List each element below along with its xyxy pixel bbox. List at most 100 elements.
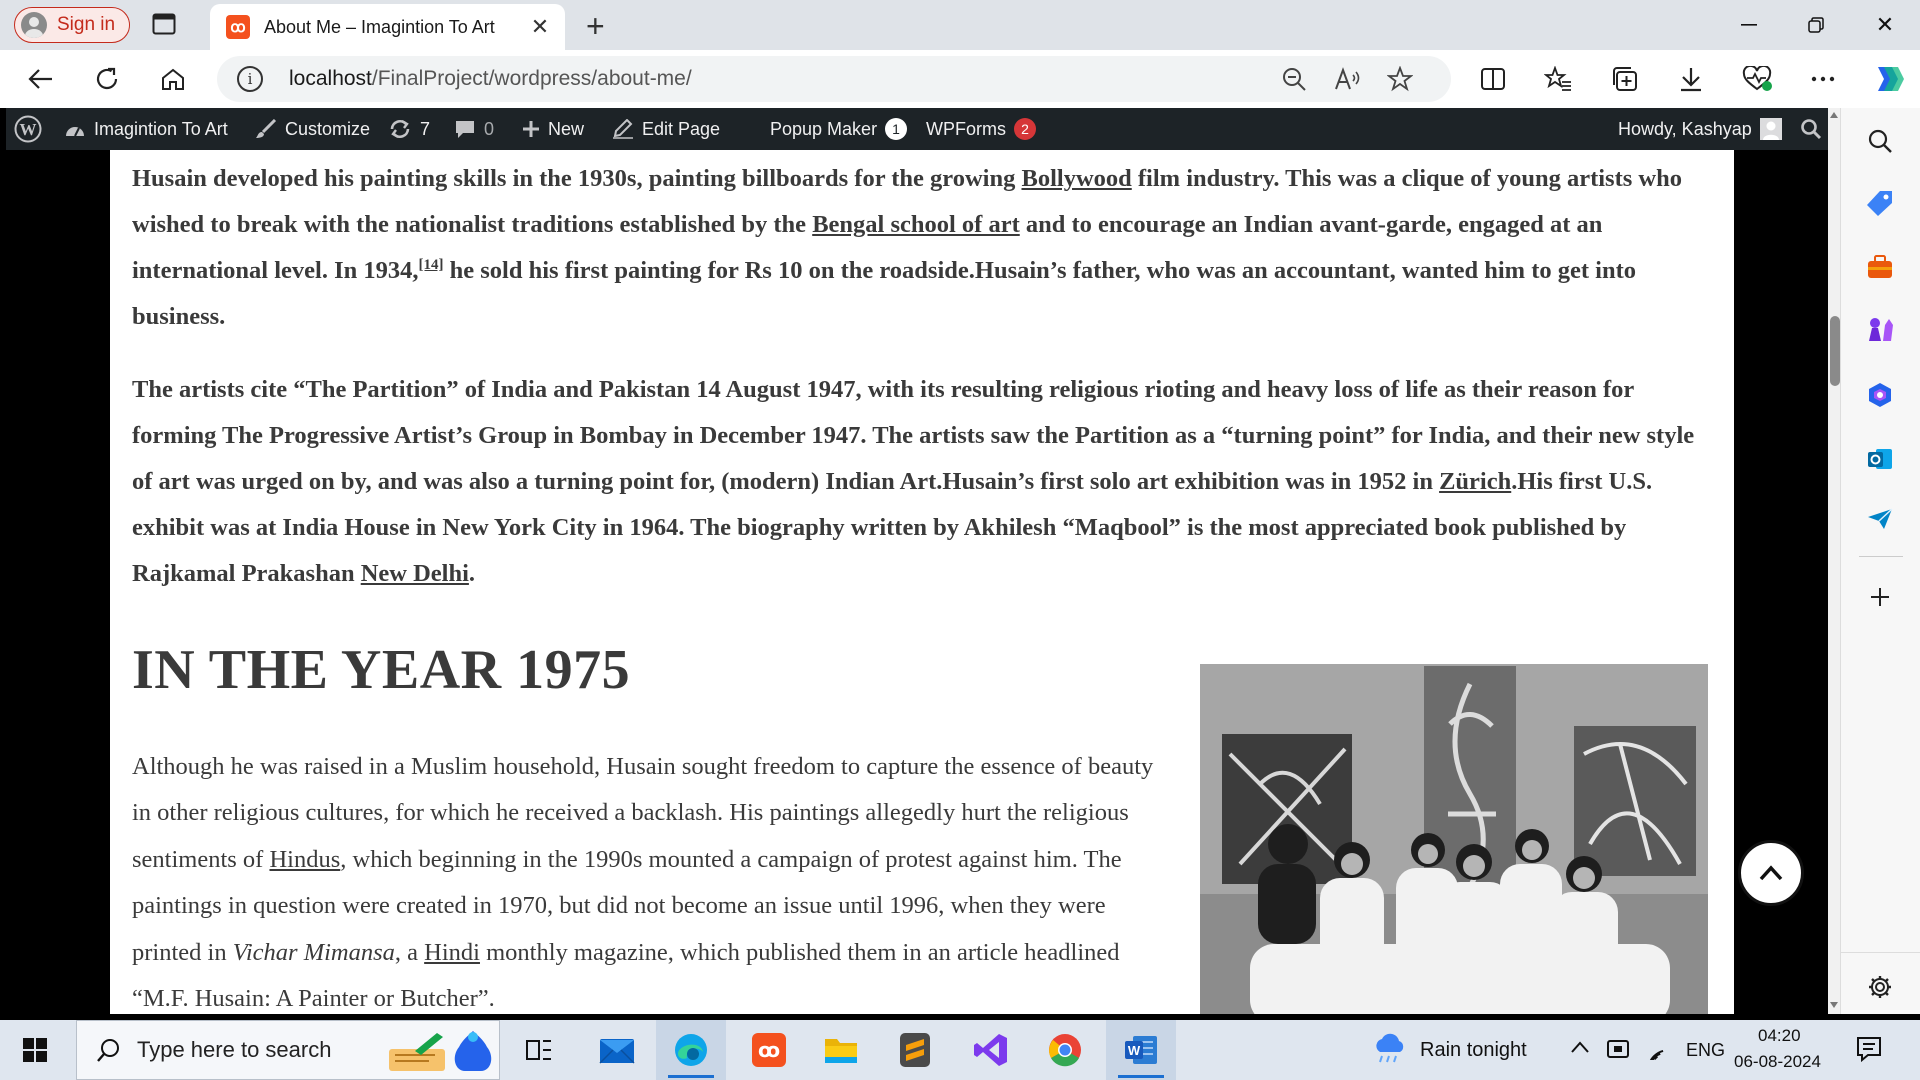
edge-sidebar (1840, 108, 1920, 1014)
pencil-icon (612, 119, 634, 139)
downloads-icon[interactable] (1674, 62, 1708, 96)
weather-text[interactable]: Rain tonight (1420, 1039, 1527, 1062)
collections-icon[interactable] (1608, 62, 1642, 96)
scrollbar-thumb[interactable] (1830, 316, 1840, 386)
microsoft-365-icon[interactable] (1863, 378, 1897, 412)
home-icon[interactable] (156, 62, 190, 96)
artists-group-photo (1200, 664, 1708, 1014)
paragraph-backlash: Although he was raised in a Muslim house… (132, 753, 1154, 1013)
restore-icon[interactable] (1781, 0, 1851, 50)
browser-essentials-icon[interactable] (1740, 62, 1774, 96)
profile-avatar-icon (21, 12, 47, 38)
drop-send-icon[interactable] (1863, 502, 1897, 536)
edge-browser-app-icon[interactable] (656, 1020, 726, 1080)
refresh-icon[interactable] (90, 62, 124, 96)
battery-display-icon[interactable] (1606, 1038, 1632, 1060)
link-zurich[interactable]: Zürich (1439, 468, 1511, 495)
read-aloud-icon[interactable] (1331, 62, 1365, 96)
citation-14-link[interactable]: [14] (419, 257, 444, 273)
browser-tab-strip: Sign in ꝏ About Me – Imagintion To Art ✕… (0, 0, 1920, 50)
taskbar-search-box[interactable]: Type here to search (76, 1020, 500, 1080)
shopping-tag-icon[interactable] (1863, 186, 1897, 220)
new-tab-icon[interactable]: + (586, 8, 605, 45)
adminbar-popup-maker[interactable]: Popup Maker 1 (770, 108, 908, 150)
popup-maker-badge: 1 (885, 118, 908, 140)
browser-toolbar: i localhost/FinalProject/wordpress/about… (0, 50, 1920, 108)
address-bar[interactable]: i localhost/FinalProject/wordpress/about… (217, 56, 1451, 102)
outlook-icon[interactable] (1863, 442, 1897, 476)
zoom-out-icon[interactable] (1277, 62, 1311, 96)
svg-text:W: W (20, 120, 37, 139)
link-bollywood[interactable]: Bollywood (1021, 165, 1131, 192)
wordpress-logo-icon[interactable]: W (14, 108, 42, 150)
file-explorer-app-icon[interactable] (806, 1020, 876, 1080)
svg-text:ꝏ: ꝏ (758, 1038, 780, 1062)
adminbar-updates[interactable]: 7 (388, 108, 430, 150)
copilot-icon[interactable] (1870, 62, 1904, 96)
howdy-label: Howdy, Kashyap (1618, 118, 1752, 139)
updates-count: 7 (420, 118, 431, 139)
svg-text:W: W (1128, 1043, 1141, 1058)
more-options-icon[interactable] (1806, 62, 1840, 96)
wifi-icon[interactable] (1644, 1038, 1668, 1060)
new-label: New (548, 118, 585, 139)
site-info-icon[interactable]: i (237, 66, 263, 92)
sign-in-label: Sign in (57, 14, 116, 35)
adminbar-search-icon[interactable] (1800, 108, 1822, 150)
tools-briefcase-icon[interactable] (1863, 250, 1897, 284)
link-new-delhi[interactable]: New Delhi (361, 560, 469, 587)
adminbar-new[interactable]: New (522, 108, 584, 150)
paintbrush-icon (255, 119, 277, 139)
show-hidden-icons-chevron-icon[interactable] (1570, 1040, 1590, 1054)
back-to-top-button[interactable] (1738, 840, 1804, 906)
page-viewport: W Imagintion To Art Customize 7 0 New Ed… (6, 108, 1840, 1014)
adminbar-site-name[interactable]: Imagintion To Art (64, 108, 228, 150)
adminbar-wpforms[interactable]: WPForms 2 (926, 108, 1036, 150)
chrome-app-icon[interactable] (1030, 1020, 1100, 1080)
sign-in-button[interactable]: Sign in (14, 7, 130, 43)
close-window-icon[interactable]: ✕ (1850, 0, 1920, 50)
word-app-icon[interactable]: W (1106, 1020, 1176, 1080)
sidebar-search-icon[interactable] (1863, 124, 1897, 158)
adminbar-customize[interactable]: Customize (255, 108, 370, 150)
tab-title: About Me – Imagintion To Art (264, 16, 495, 37)
clock-time[interactable]: 04:20 (1758, 1026, 1801, 1046)
mail-app-icon[interactable] (582, 1020, 652, 1080)
xampp-favicon-icon: ꝏ (226, 15, 250, 39)
comments-count: 0 (484, 118, 495, 139)
tab-close-icon[interactable]: ✕ (525, 14, 555, 40)
paragraph-bollywood: Husain developed his painting skills in … (132, 165, 1682, 330)
active-tab[interactable]: ꝏ About Me – Imagintion To Art ✕ (210, 4, 565, 50)
adminbar-my-account[interactable]: Howdy, Kashyap (1618, 108, 1782, 150)
comment-bubble-icon (454, 119, 476, 139)
favorites-icon[interactable] (1541, 62, 1575, 96)
favorite-star-icon[interactable] (1383, 62, 1417, 96)
xampp-app-icon[interactable]: ꝏ (734, 1020, 804, 1080)
add-sidebar-app-icon[interactable] (1863, 580, 1897, 614)
split-screen-icon[interactable] (1476, 62, 1510, 96)
task-view-icon[interactable] (504, 1020, 574, 1080)
link-bengal-school[interactable]: Bengal school of art (812, 211, 1020, 238)
page-scrollbar[interactable] (1828, 108, 1840, 1014)
link-hindus[interactable]: Hindus (269, 846, 340, 873)
back-icon[interactable] (24, 62, 58, 96)
language-indicator[interactable]: ENG (1686, 1040, 1725, 1061)
adminbar-edit-page[interactable]: Edit Page (612, 108, 720, 150)
updates-icon (388, 118, 412, 140)
weather-rain-icon[interactable] (1372, 1032, 1408, 1066)
notifications-icon[interactable] (1856, 1036, 1882, 1062)
start-windows-icon[interactable] (0, 1020, 70, 1080)
adminbar-comments[interactable]: 0 (454, 108, 494, 150)
tab-actions-icon[interactable] (152, 13, 176, 35)
sidebar-settings-gear-icon[interactable] (1863, 970, 1897, 1004)
url-text[interactable]: localhost/FinalProject/wordpress/about-m… (289, 67, 692, 91)
minimize-icon[interactable] (1714, 0, 1784, 50)
link-hindi[interactable]: Hindi (424, 939, 480, 966)
visual-studio-app-icon[interactable] (956, 1020, 1026, 1080)
search-icon (97, 1038, 121, 1062)
games-chess-icon[interactable] (1863, 312, 1897, 346)
clock-date[interactable]: 06-08-2024 (1734, 1052, 1821, 1072)
sublime-text-app-icon[interactable] (880, 1020, 950, 1080)
site-name-label: Imagintion To Art (94, 118, 228, 139)
dashboard-gauge-icon (64, 120, 86, 138)
